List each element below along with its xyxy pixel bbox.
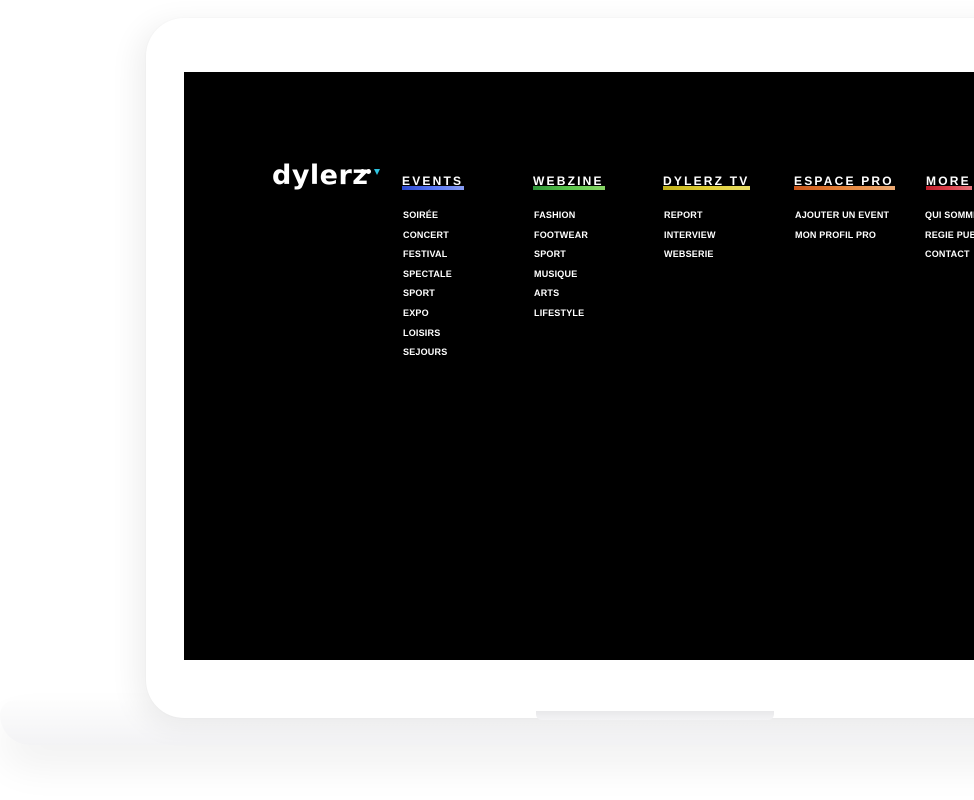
menu-heading-dylerz-tv[interactable]: DYLERZ TV xyxy=(663,174,751,190)
menu-list-webzine: FASHION FOOTWEAR SPORT MUSIQUE ARTS LIFESTYLE xyxy=(534,206,605,324)
menu-item[interactable]: ARTS xyxy=(534,284,605,304)
laptop-notch xyxy=(536,711,774,720)
menu-item[interactable]: INTERVIEW xyxy=(664,226,750,246)
logo-triangle-icon xyxy=(374,169,380,175)
menu-heading-webzine[interactable]: WEBZINE xyxy=(533,174,605,190)
menu-item[interactable]: FOOTWEAR xyxy=(534,226,605,246)
menu-heading-events[interactable]: EVENTS xyxy=(402,174,465,190)
laptop-screen: dylerz EVENTS SOIRÉE CONCERT FESTIVAL SPECT… xyxy=(184,72,974,660)
menu-column-espace-pro: ESPACE PRO AJOUTER UN EVENT MON PROFIL PR… xyxy=(794,172,895,245)
menu-item[interactable]: QUI SOMMES NOUS xyxy=(925,206,974,226)
menu-item[interactable]: LOISIRS xyxy=(403,324,464,344)
menu-list-events: SOIRÉE CONCERT FESTIVAL SPECTALE SPORT EXPO LO… xyxy=(403,206,464,363)
menu-item[interactable]: WEBSERIE xyxy=(664,245,750,265)
menu-column-webzine: WEBZINE FASHION FOOTWEAR SPORT MUSIQUE ARTS L… xyxy=(533,172,605,324)
menu-item[interactable]: SOIRÉE xyxy=(403,206,464,226)
menu-item[interactable]: MUSIQUE xyxy=(534,265,605,285)
menu-list-dylerz-tv: REPORT INTERVIEW WEBSERIE xyxy=(664,206,750,265)
menu-item[interactable]: CONTACT xyxy=(925,245,974,265)
menu-item[interactable]: FASHION xyxy=(534,206,605,226)
menu-item[interactable]: FESTIVAL xyxy=(403,245,464,265)
menu-item[interactable]: SEJOURS xyxy=(403,343,464,363)
menu-heading-more[interactable]: MORE xyxy=(926,174,972,190)
menu-item[interactable]: SPORT xyxy=(534,245,605,265)
menu-heading-espace-pro[interactable]: ESPACE PRO xyxy=(794,174,895,190)
site-logo[interactable]: dylerz xyxy=(272,162,369,189)
menu-item[interactable]: MON PROFIL PRO xyxy=(795,226,895,246)
menu-column-dylerz-tv: DYLERZ TV REPORT INTERVIEW WEBSERIE xyxy=(663,172,751,265)
page-canvas: dylerz EVENTS SOIRÉE CONCERT FESTIVAL SPECT… xyxy=(0,0,974,800)
menu-item[interactable]: REPORT xyxy=(664,206,750,226)
menu-list-espace-pro: AJOUTER UN EVENT MON PROFIL PRO xyxy=(795,206,895,245)
menu-item[interactable]: LIFESTYLE xyxy=(534,304,605,324)
menu-item[interactable]: SPORT xyxy=(403,284,464,304)
menu-column-more: MORE QUI SOMMES NOUSREGIE PUBLICITAIRECO… xyxy=(925,172,974,265)
menu-item[interactable]: REGIE PUBLICITAIRE xyxy=(925,226,974,246)
menu-item[interactable]: SPECTALE xyxy=(403,265,464,285)
menu-list-more: QUI SOMMES NOUSREGIE PUBLICITAIRECONTACT xyxy=(925,206,974,265)
menu-item[interactable]: EXPO xyxy=(403,304,464,324)
menu-item[interactable]: AJOUTER UN EVENT xyxy=(795,206,895,226)
menu-column-events: EVENTS SOIRÉE CONCERT FESTIVAL SPECTALE SPOR… xyxy=(402,172,465,363)
menu-item[interactable]: CONCERT xyxy=(403,226,464,246)
